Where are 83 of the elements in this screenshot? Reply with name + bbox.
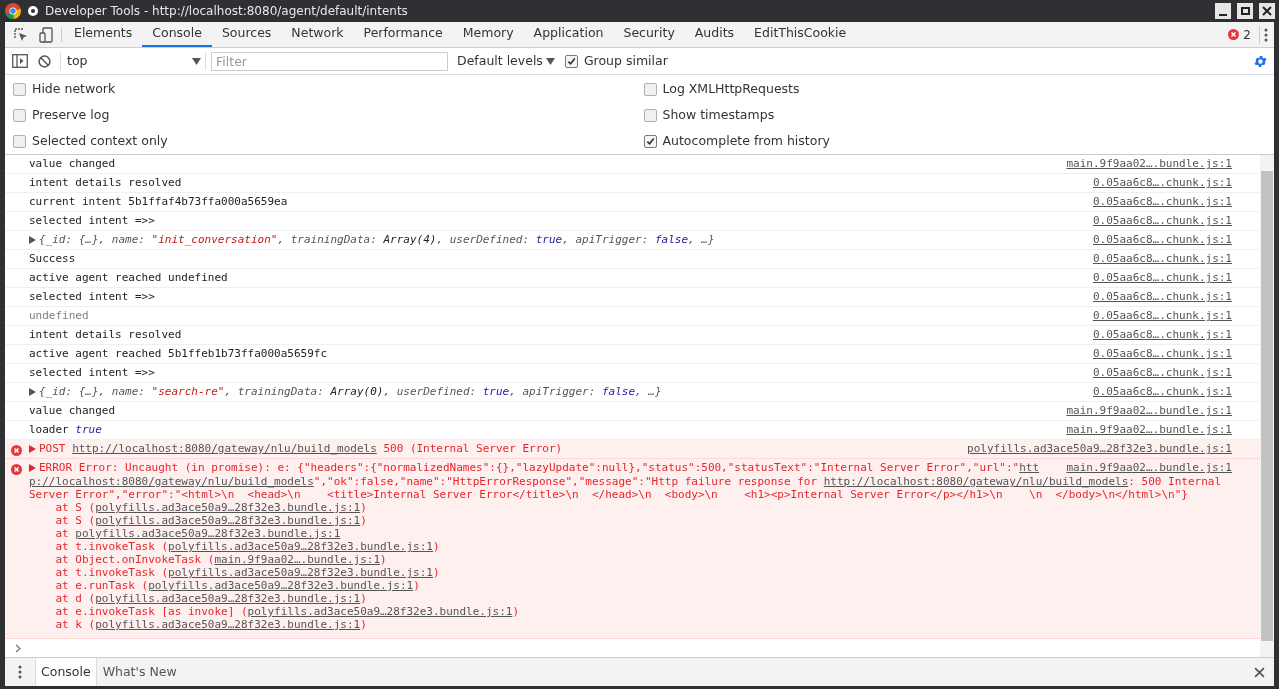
console-message: Server Error","error":"<html>\n <head>\n <title>Internal Server Error</title>\n </head>\n <body>\n <h1><p>Internal Server Error</p></h1>\n \n </body>\n</html>\n"}: [29, 488, 1189, 501]
console-message: at e.runTask (polyfills.ad3ace50a9…28f32e3.bundle.js:1): [54, 579, 421, 592]
console-message: POST http://localhost:8080/gateway/nlu/build_models 500 (Internal Server Error): [39, 442, 564, 456]
url-link[interactable]: polyfills.ad3ace50a9…28f32e3.bundle.js:1: [247, 605, 513, 618]
source-link[interactable]: 0.05aa6c8….chunk.js:1: [1092, 233, 1254, 247]
window-title: Developer Tools - http://localhost:8080/agent/default/intents: [45, 3, 409, 20]
console-message: at Object.onInvokeTask (main.9f9aa02….bundle.js:1): [54, 553, 388, 566]
console-message: Success: [29, 252, 77, 266]
checkbox-label: Show timestamps: [662, 106, 775, 125]
console-message: intent details resolved: [29, 328, 183, 342]
console-message: p://localhost:8080/gateway/nlu/build_models","ok":false,"name":"HttpErrorResponse","message":"Http failure response for http://localhost:8080/gateway/nlu/build_models: 500 Internal: [29, 475, 1223, 488]
console-message: active agent reached 5b1ffeb1b73ffa000a5659fc: [29, 347, 328, 361]
console-message: at d (polyfills.ad3ace50a9…28f32e3.bundle.js:1): [54, 592, 368, 605]
context-selector[interactable]: top: [67, 51, 201, 71]
source-link[interactable]: 0.05aa6c8….chunk.js:1: [1092, 309, 1254, 323]
console-message: selected intent =>>: [29, 290, 156, 304]
console-message: selected intent =>>: [29, 214, 156, 228]
drawer-tab[interactable]: Console: [35, 658, 97, 686]
console-message: current intent 5b1ffaf4b73ffa000a5659ea: [29, 195, 289, 209]
url-link[interactable]: polyfills.ad3ace50a9…28f32e3.bundle.js:1: [95, 592, 361, 605]
error-count: 2: [1243, 25, 1260, 44]
source-link[interactable]: 0.05aa6c8….chunk.js:1: [1092, 214, 1254, 228]
panel-tab[interactable]: Audits: [684, 22, 745, 47]
console-message: at k (polyfills.ad3ace50a9…28f32e3.bundle.js:1): [54, 618, 368, 631]
console-message: at polyfills.ad3ace50a9…28f32e3.bundle.js:1: [54, 527, 342, 540]
url-link[interactable]: polyfills.ad3ace50a9…28f32e3.bundle.js:1: [75, 527, 341, 540]
url-link[interactable]: p://localhost:8080/gateway/nlu/build_models: [29, 475, 314, 488]
log-levels-dropdown[interactable]: Default levels: [457, 51, 555, 71]
url-link[interactable]: htt: [1019, 461, 1039, 474]
panel-tab[interactable]: Security: [613, 22, 685, 47]
console-message: selected intent =>>: [29, 366, 156, 380]
source-link[interactable]: 0.05aa6c8….chunk.js:1: [1092, 328, 1254, 342]
console-message: at t.invokeTask (polyfills.ad3ace50a9…28f32e3.bundle.js:1): [54, 566, 441, 579]
checkbox-label: Log XMLHttpRequests: [662, 80, 800, 99]
panel-tab[interactable]: Memory: [452, 22, 524, 47]
console-message: {_id: {…}, name: "init_conversation", trainingData: Array(4), userDefined: true, apiTrigger: false, …}: [39, 233, 716, 247]
source-link[interactable]: 0.05aa6c8….chunk.js:1: [1092, 271, 1254, 285]
url-link[interactable]: polyfills.ad3ace50a9…28f32e3.bundle.js:1: [95, 514, 361, 527]
url-link[interactable]: polyfills.ad3ace50a9…28f32e3.bundle.js:1: [95, 501, 361, 514]
checkbox-label: Group similar: [583, 51, 668, 70]
source-link[interactable]: main.9f9aa02….bundle.js:1: [1066, 423, 1254, 437]
drawer-tab[interactable]: What's New: [96, 658, 183, 686]
checkbox-label: Autocomplete from history: [662, 132, 830, 151]
url-link[interactable]: polyfills.ad3ace50a9…28f32e3.bundle.js:1: [148, 579, 414, 592]
panel-tab[interactable]: EditThisCookie: [744, 22, 857, 47]
url-link[interactable]: polyfills.ad3ace50a9…28f32e3.bundle.js:1: [95, 618, 361, 631]
console-message: at e.invokeTask [as invoke] (polyfills.ad3ace50a9…28f32e3.bundle.js:1): [54, 605, 521, 618]
source-link[interactable]: 0.05aa6c8….chunk.js:1: [1092, 347, 1254, 361]
filter-field[interactable]: Filter: [211, 51, 448, 71]
panel-tab[interactable]: Application: [523, 22, 614, 47]
source-link[interactable]: 0.05aa6c8….chunk.js:1: [1092, 195, 1254, 209]
checkbox-label: Hide network: [32, 80, 116, 99]
console-message: at t.invokeTask (polyfills.ad3ace50a9…28f32e3.bundle.js:1): [54, 540, 441, 553]
console-message: intent details resolved: [29, 176, 183, 190]
source-link[interactable]: 0.05aa6c8….chunk.js:1: [1092, 385, 1254, 399]
source-link[interactable]: 0.05aa6c8….chunk.js:1: [1092, 252, 1254, 266]
source-link[interactable]: polyfills.ad3ace50a9…28f32e3.bundle.js:1: [967, 442, 1254, 456]
console-message: loader true: [29, 423, 103, 437]
panel-tab[interactable]: Network: [281, 22, 354, 47]
console-message: {_id: {…}, name: "search-re", trainingData: Array(0), userDefined: true, apiTrigger: false, …}: [39, 385, 663, 399]
panel-tab[interactable]: Sources: [211, 22, 282, 47]
console-message: ERROR Error: Uncaught (in promise): e: {"headers":{"normalizedNames":{},"lazyUpdate":null},"status":500,"statusText":"Internal Server Error","url":"htt: [39, 461, 1040, 475]
console-message: active agent reached undefined: [29, 271, 229, 285]
url-link[interactable]: http://localhost:8080/gateway/nlu/build_models: [72, 442, 377, 455]
console-message: value changed: [29, 157, 117, 171]
source-link[interactable]: 0.05aa6c8….chunk.js:1: [1092, 366, 1254, 380]
checkbox-label: Preserve log: [32, 106, 110, 125]
source-link[interactable]: main.9f9aa02….bundle.js:1: [1066, 157, 1254, 171]
source-link[interactable]: main.9f9aa02….bundle.js:1: [1066, 461, 1254, 475]
console-message: at S (polyfills.ad3ace50a9…28f32e3.bundle.js:1): [54, 501, 368, 514]
url-link[interactable]: polyfills.ad3ace50a9…28f32e3.bundle.js:1: [168, 540, 433, 553]
source-link[interactable]: main.9f9aa02….bundle.js:1: [1066, 404, 1254, 418]
source-link[interactable]: 0.05aa6c8….chunk.js:1: [1092, 290, 1254, 304]
url-link[interactable]: http://localhost:8080/gateway/nlu/build_models: [823, 475, 1129, 488]
url-link[interactable]: main.9f9aa02….bundle.js:1: [214, 553, 380, 566]
checkbox-label: Selected context only: [32, 132, 168, 151]
console-message: value changed: [29, 404, 117, 418]
panel-tab[interactable]: Elements: [64, 22, 143, 47]
console-message: undefined: [29, 309, 90, 323]
panel-tab[interactable]: Performance: [353, 22, 453, 47]
console-message: at S (polyfills.ad3ace50a9…28f32e3.bundle.js:1): [54, 514, 368, 527]
source-link[interactable]: 0.05aa6c8….chunk.js:1: [1092, 176, 1254, 190]
url-link[interactable]: polyfills.ad3ace50a9…28f32e3.bundle.js:1: [168, 566, 433, 579]
